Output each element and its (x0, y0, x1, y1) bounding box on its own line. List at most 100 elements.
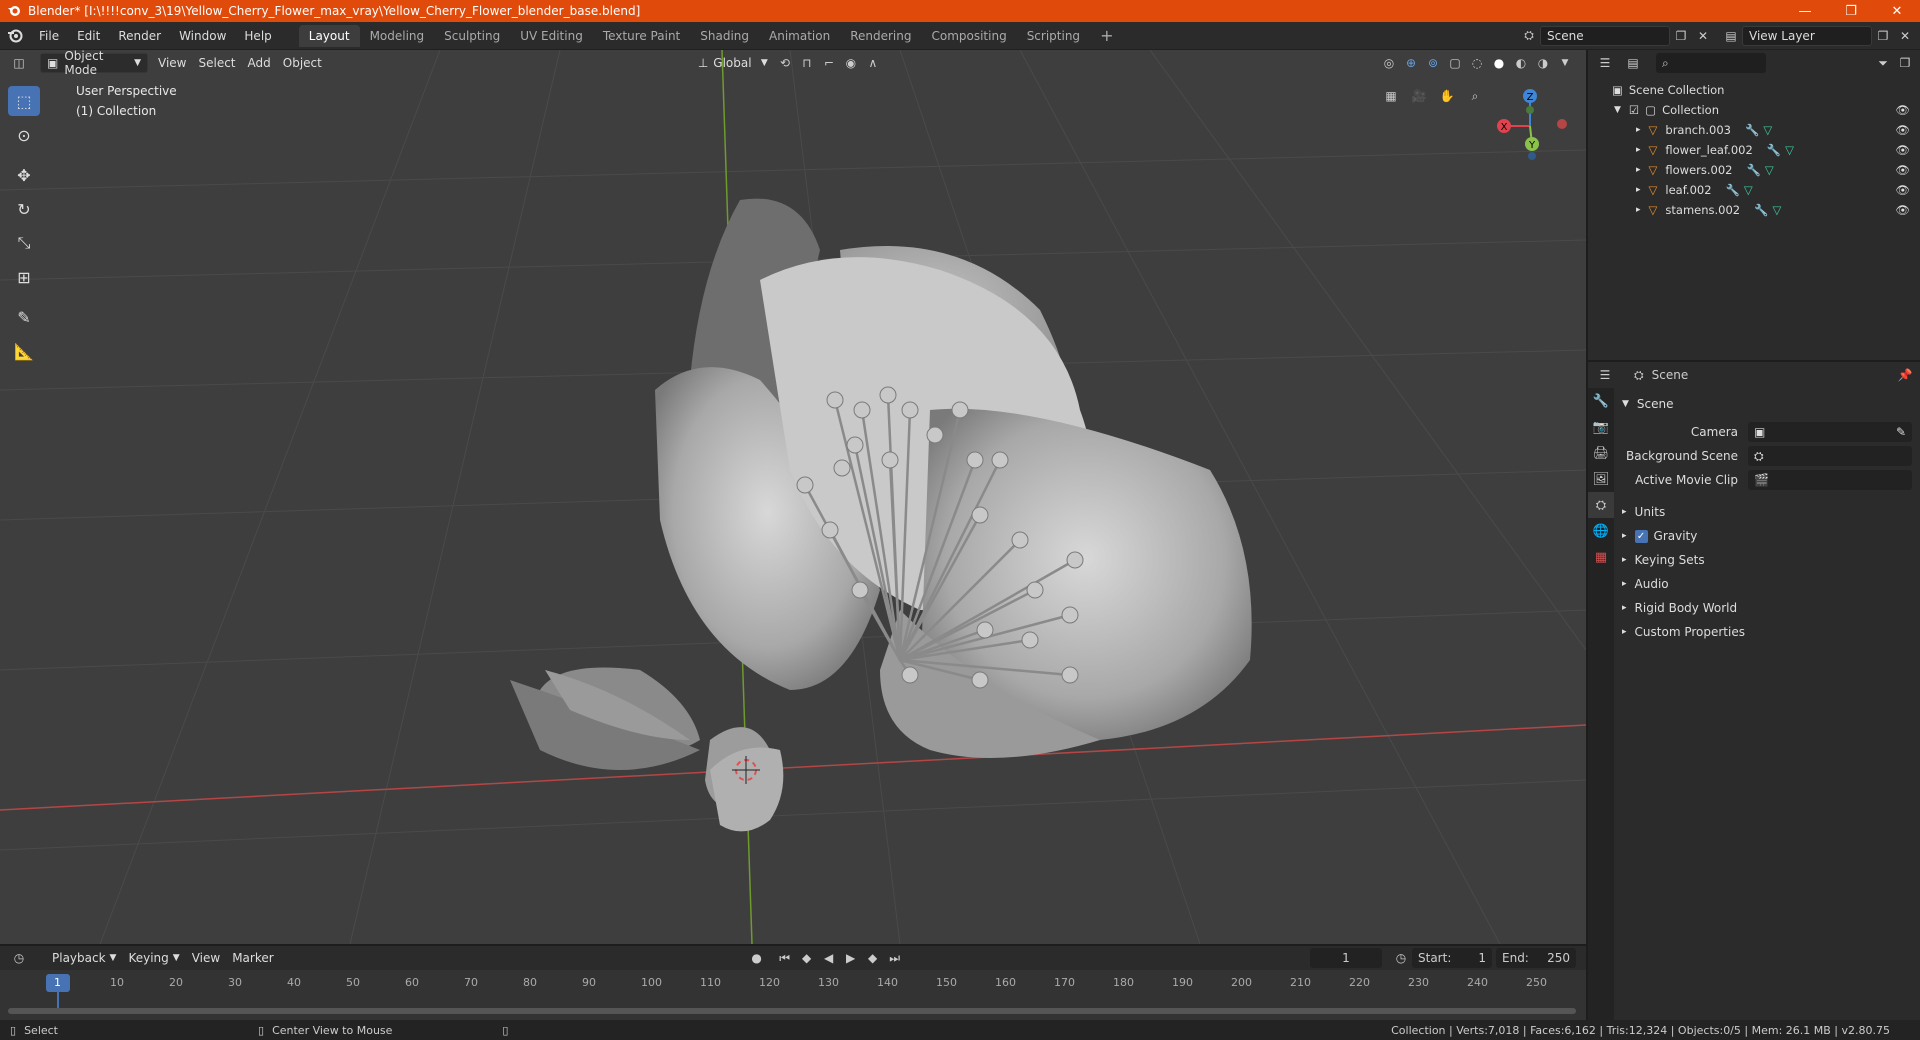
eye-icon[interactable]: 👁 (1895, 203, 1910, 217)
timeline-editor-icon[interactable]: ◷ (8, 948, 30, 968)
solid-shading-icon[interactable]: ● (1488, 53, 1510, 73)
tab-animation[interactable]: Animation (759, 25, 840, 47)
wireframe-shading-icon[interactable]: ◌ (1466, 53, 1488, 73)
xray-icon[interactable]: ▢ (1444, 53, 1466, 73)
clock-icon[interactable]: ◷ (1390, 948, 1412, 968)
new-collection-icon[interactable]: ❐ (1894, 53, 1916, 73)
pivot-point-icon[interactable]: ⟲ (774, 53, 796, 73)
annotate-tool[interactable]: ✎ (8, 302, 40, 332)
blender-menu-icon[interactable] (0, 28, 30, 44)
gizmo-toggle-icon[interactable]: ⊕ (1400, 53, 1422, 73)
grid-view-icon[interactable]: ▦ (1380, 86, 1402, 106)
editor-type-icon[interactable]: ◫ (8, 53, 30, 73)
eyedropper-icon[interactable]: ✎ (1896, 425, 1906, 439)
modifier-wrench-icon[interactable]: 🔧 (1767, 143, 1781, 157)
tab-uv-editing[interactable]: UV Editing (510, 25, 593, 47)
timeline-menu-marker[interactable]: Marker (226, 948, 279, 968)
modifier-wrench-icon[interactable]: 🔧 (1746, 163, 1760, 177)
current-frame-field[interactable]: 1 (1310, 948, 1382, 968)
3d-viewport[interactable]: ◫ ▣ Object Mode ▼ View Select Add Object… (0, 50, 1586, 944)
timeline-menu-keying[interactable]: Keying ▼ (122, 948, 185, 968)
pan-hand-icon[interactable]: ✋ (1436, 86, 1458, 106)
active-movie-clip-field[interactable]: 🎬 (1748, 470, 1912, 490)
navigation-gizmo[interactable]: Z X Y (1490, 84, 1570, 164)
tool-tab-icon[interactable]: 🔧 (1588, 388, 1614, 414)
menu-help[interactable]: Help (235, 24, 280, 48)
mesh-data-icon[interactable]: ▽ (1744, 183, 1753, 197)
shading-options-icon[interactable]: ▼ (1554, 53, 1576, 73)
mesh-data-icon[interactable]: ▽ (1765, 163, 1774, 177)
timeline-menu-playback[interactable]: Playback ▼ (46, 948, 122, 968)
rotate-tool[interactable]: ↻ (8, 194, 40, 224)
tab-sculpting[interactable]: Sculpting (434, 25, 510, 47)
viewport-menu-object[interactable]: Object (277, 53, 328, 73)
timeline-scrub-area[interactable]: 1 10 20 30 40 50 60 70 80 90 100 110 120 130 140 150 160… (0, 970, 1586, 1020)
modifier-wrench-icon[interactable]: 🔧 (1745, 123, 1759, 137)
eye-icon[interactable]: 👁 (1895, 103, 1910, 117)
texture-tab-icon[interactable]: ▦ (1588, 544, 1614, 570)
timeline-scrollbar[interactable] (8, 1008, 1576, 1014)
jump-end-icon[interactable]: ⏭ (884, 948, 906, 968)
background-scene-field[interactable]: ⛭ (1748, 446, 1912, 466)
scene-tab-icon[interactable]: ⛭ (1588, 492, 1614, 518)
scene-icon[interactable]: ⛭ (1518, 26, 1540, 46)
tab-layout[interactable]: Layout (298, 24, 360, 47)
jump-keyframe-forward-icon[interactable]: ◆ (862, 948, 884, 968)
audio-panel-header[interactable]: ▸ Audio (1622, 572, 1912, 596)
viewport-menu-add[interactable]: Add (242, 53, 277, 73)
modifier-wrench-icon[interactable]: 🔧 (1726, 183, 1740, 197)
jump-keyframe-back-icon[interactable]: ◆ (796, 948, 818, 968)
view-layer-tab-icon[interactable]: 🖼 (1588, 466, 1614, 492)
rigid-body-world-panel-header[interactable]: ▸ Rigid Body World (1622, 596, 1912, 620)
gravity-panel-header[interactable]: ▸ ✓ Gravity (1622, 524, 1912, 548)
scene-selector[interactable]: Scene (1540, 25, 1670, 46)
tab-shading[interactable]: Shading (690, 25, 759, 47)
transform-orientation-dropdown[interactable]: ⊥ Global ▼ (692, 53, 774, 73)
tab-modeling[interactable]: Modeling (360, 25, 435, 47)
output-tab-icon[interactable]: 🖨 (1588, 440, 1614, 466)
tab-compositing[interactable]: Compositing (921, 25, 1016, 47)
outliner-object-row[interactable]: ▸ ▽ flowers.002 🔧 ▽ 👁 (1588, 160, 1920, 180)
units-panel-header[interactable]: ▸ Units (1622, 500, 1912, 524)
delete-view-layer-icon[interactable]: ✕ (1894, 26, 1916, 46)
view-layer-selector[interactable]: View Layer (1742, 25, 1872, 46)
new-view-layer-icon[interactable]: ❐ (1872, 26, 1894, 46)
rendered-shading-icon[interactable]: ◑ (1532, 53, 1554, 73)
transform-tool[interactable]: ⊞ (8, 262, 40, 292)
camera-view-icon[interactable]: 🎥 (1408, 86, 1430, 106)
filter-icon[interactable]: ⏷ (1872, 53, 1894, 73)
zoom-icon[interactable]: ⌕ (1464, 86, 1486, 106)
mesh-data-icon[interactable]: ▽ (1785, 143, 1794, 157)
modifier-wrench-icon[interactable]: 🔧 (1754, 203, 1768, 217)
jump-start-icon[interactable]: ⏮ (774, 948, 796, 968)
view-layer-icon[interactable]: ▤ (1720, 26, 1742, 46)
scene-panel-header[interactable]: ▼ Scene (1622, 392, 1912, 416)
menu-render[interactable]: Render (109, 24, 170, 48)
tab-rendering[interactable]: Rendering (840, 25, 921, 47)
measure-tool[interactable]: 📐 (8, 336, 40, 366)
move-tool[interactable]: ✥ (8, 160, 40, 190)
snap-icon[interactable]: ⊓ (796, 53, 818, 73)
end-frame-field[interactable]: End: 250 (1496, 948, 1576, 968)
gravity-checkbox[interactable]: ✓ (1634, 529, 1648, 543)
mesh-data-icon[interactable]: ▽ (1763, 123, 1772, 137)
eye-icon[interactable]: 👁 (1895, 163, 1910, 177)
properties-editor-icon[interactable]: ☰ (1594, 365, 1616, 385)
keying-sets-panel-header[interactable]: ▸ Keying Sets (1622, 548, 1912, 572)
menu-edit[interactable]: Edit (68, 24, 109, 48)
timeline-menu-view[interactable]: View (186, 948, 226, 968)
tab-texture-paint[interactable]: Texture Paint (593, 25, 690, 47)
outliner-editor-icon[interactable]: ☰ (1594, 53, 1616, 73)
record-icon[interactable]: ● (746, 948, 768, 968)
delete-scene-icon[interactable]: ✕ (1692, 26, 1714, 46)
viewport-menu-select[interactable]: Select (192, 53, 241, 73)
play-reverse-icon[interactable]: ◀ (818, 948, 840, 968)
outliner-object-row[interactable]: ▸ ▽ flower_leaf.002 🔧 ▽ 👁 (1588, 140, 1920, 160)
mesh-data-icon[interactable]: ▽ (1772, 203, 1781, 217)
eye-icon[interactable]: 👁 (1895, 183, 1910, 197)
outliner-object-row[interactable]: ▸ ▽ leaf.002 🔧 ▽ 👁 (1588, 180, 1920, 200)
visibility-icon[interactable]: ◎ (1378, 53, 1400, 73)
add-workspace-button[interactable]: + (1090, 25, 1123, 47)
outliner-collection[interactable]: ▼ ☑ ▢ Collection 👁 (1588, 100, 1920, 120)
cursor-tool[interactable]: ⊙ (8, 120, 40, 150)
